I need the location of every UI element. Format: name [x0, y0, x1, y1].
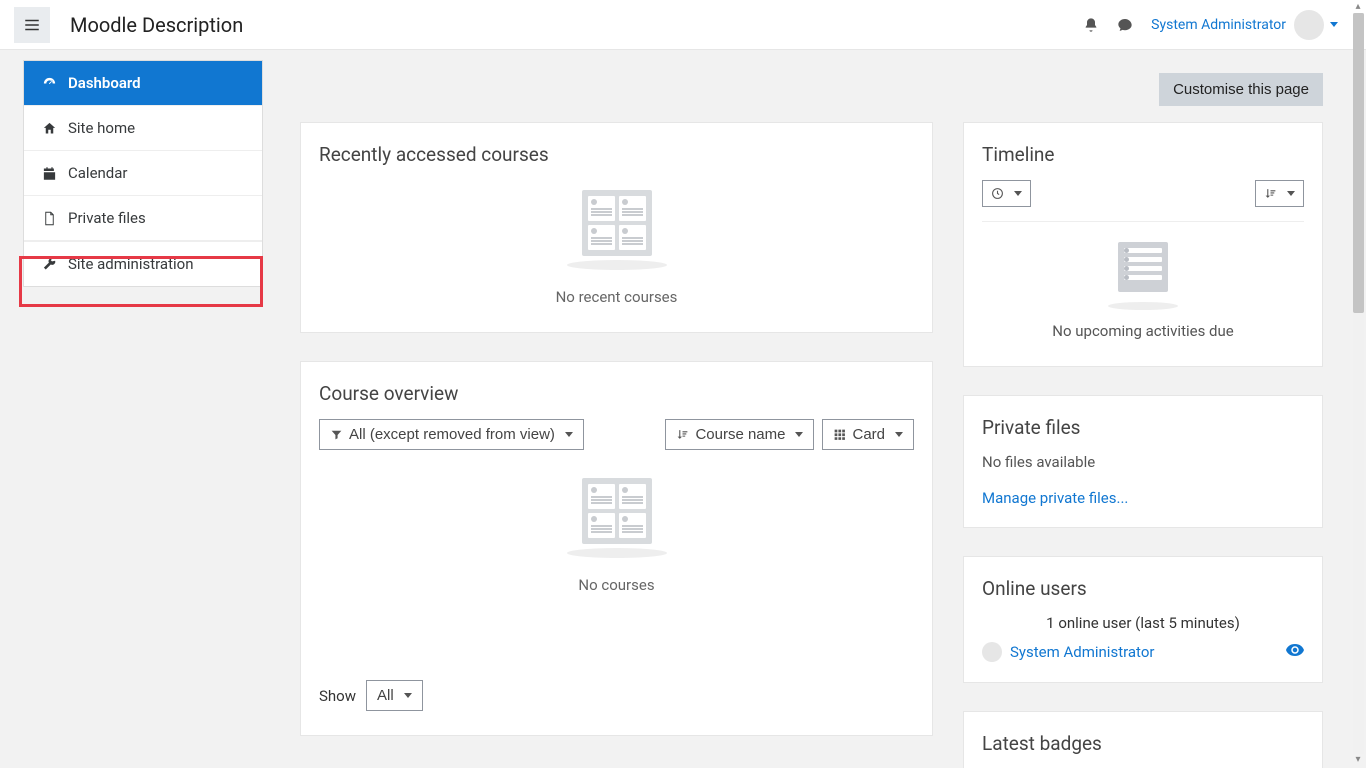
sidebar-item-label: Calendar	[68, 164, 128, 182]
timeline-card: Timeline No upcoming activities due	[963, 122, 1323, 367]
scroll-down-arrow[interactable]: ▾	[1352, 754, 1364, 766]
customise-page-button[interactable]: Customise this page	[1159, 73, 1323, 106]
manage-private-files-link[interactable]: Manage private files...	[982, 489, 1128, 507]
eye-icon	[1286, 644, 1304, 656]
show-label: Show	[319, 687, 356, 705]
chevron-down-icon	[1287, 191, 1295, 196]
main-content: Customise this page Recently accessed co…	[284, 50, 1351, 768]
home-icon	[40, 121, 58, 136]
sidebar-item-dashboard[interactable]: Dashboard	[24, 61, 262, 106]
card-title: Latest badges	[982, 732, 1304, 755]
messages-button[interactable]	[1111, 17, 1139, 33]
sort-icon	[676, 428, 689, 441]
empty-state: No courses	[319, 468, 914, 600]
course-view-dropdown[interactable]: Card	[822, 419, 914, 450]
sidebar-item-private-files[interactable]: Private files	[24, 196, 262, 241]
sidebar-item-calendar[interactable]: Calendar	[24, 151, 262, 196]
online-user-row: System Administrator	[982, 642, 1304, 662]
filter-icon	[330, 428, 343, 441]
sidebar-item-label: Private files	[68, 209, 146, 227]
brand-title: Moodle Description	[70, 13, 243, 37]
empty-text: No recent courses	[556, 288, 678, 306]
card-title: Online users	[982, 577, 1304, 600]
dropdown-label: Course name	[695, 426, 785, 443]
timeline-placeholder-icon	[1118, 242, 1168, 292]
course-filter-dropdown[interactable]: All (except removed from view)	[319, 419, 584, 450]
sidebar-item-site-administration[interactable]: Site administration	[24, 241, 262, 286]
card-title: Timeline	[982, 143, 1304, 166]
user-menu-caret[interactable]	[1330, 17, 1352, 33]
scrollbar-track[interactable]	[1353, 13, 1364, 754]
empty-text: No courses	[578, 576, 654, 594]
chevron-down-icon	[404, 693, 412, 698]
online-user-link[interactable]: System Administrator	[1010, 643, 1154, 661]
timeline-sort-dropdown[interactable]	[1255, 180, 1304, 207]
chevron-down-icon	[1014, 191, 1022, 196]
sidebar-item-site-home[interactable]: Site home	[24, 106, 262, 151]
show-count-dropdown[interactable]: All	[366, 680, 423, 711]
course-overview-card: Course overview All (except removed from…	[300, 361, 933, 736]
chevron-down-icon	[1330, 22, 1338, 27]
online-summary: 1 online user (last 5 minutes)	[982, 614, 1304, 632]
courses-placeholder-icon	[582, 478, 652, 544]
dashboard-icon	[40, 76, 58, 91]
recently-accessed-card: Recently accessed courses No recent cour…	[300, 122, 933, 333]
card-title: Course overview	[319, 382, 914, 405]
sidebar-item-label: Dashboard	[68, 74, 141, 92]
chevron-down-icon	[895, 432, 903, 437]
file-icon	[40, 211, 58, 226]
hamburger-button[interactable]	[14, 7, 50, 43]
chat-icon	[1117, 17, 1133, 33]
sidebar-item-label: Site home	[68, 119, 135, 137]
grid-icon	[833, 428, 846, 441]
latest-badges-card: Latest badges	[963, 711, 1323, 768]
timeline-filter-time-dropdown[interactable]	[982, 180, 1031, 207]
sidebar: Dashboard Site home Calendar Private fil…	[23, 60, 263, 287]
sort-icon	[1264, 187, 1277, 200]
bell-icon	[1083, 17, 1099, 33]
courses-placeholder-icon	[582, 190, 652, 256]
wrench-icon	[40, 257, 58, 272]
avatar[interactable]	[1294, 10, 1324, 40]
clock-icon	[991, 187, 1004, 200]
visibility-toggle[interactable]	[1286, 644, 1304, 660]
empty-text: No files available	[982, 453, 1304, 471]
card-title: Recently accessed courses	[319, 143, 914, 166]
sidebar-item-label: Site administration	[68, 255, 193, 273]
chevron-down-icon	[795, 432, 803, 437]
scroll-up-arrow[interactable]: ▴	[1352, 1, 1364, 13]
dropdown-label: All (except removed from view)	[349, 426, 555, 443]
calendar-icon	[40, 166, 58, 181]
online-users-card: Online users 1 online user (last 5 minut…	[963, 556, 1323, 683]
dropdown-label: Card	[852, 426, 885, 443]
user-menu-link[interactable]: System Administrator	[1151, 17, 1286, 33]
card-title: Private files	[982, 416, 1304, 439]
dropdown-label: All	[377, 687, 394, 704]
avatar	[982, 642, 1002, 662]
topbar: Moodle Description System Administrator	[0, 0, 1366, 50]
scrollbar-thumb[interactable]	[1353, 13, 1364, 313]
chevron-down-icon	[565, 432, 573, 437]
private-files-card: Private files No files available Manage …	[963, 395, 1323, 528]
hamburger-icon	[23, 16, 41, 34]
empty-text: No upcoming activities due	[982, 322, 1304, 340]
course-sort-dropdown[interactable]: Course name	[665, 419, 814, 450]
notifications-button[interactable]	[1077, 17, 1105, 33]
empty-state: No recent courses	[319, 180, 914, 312]
